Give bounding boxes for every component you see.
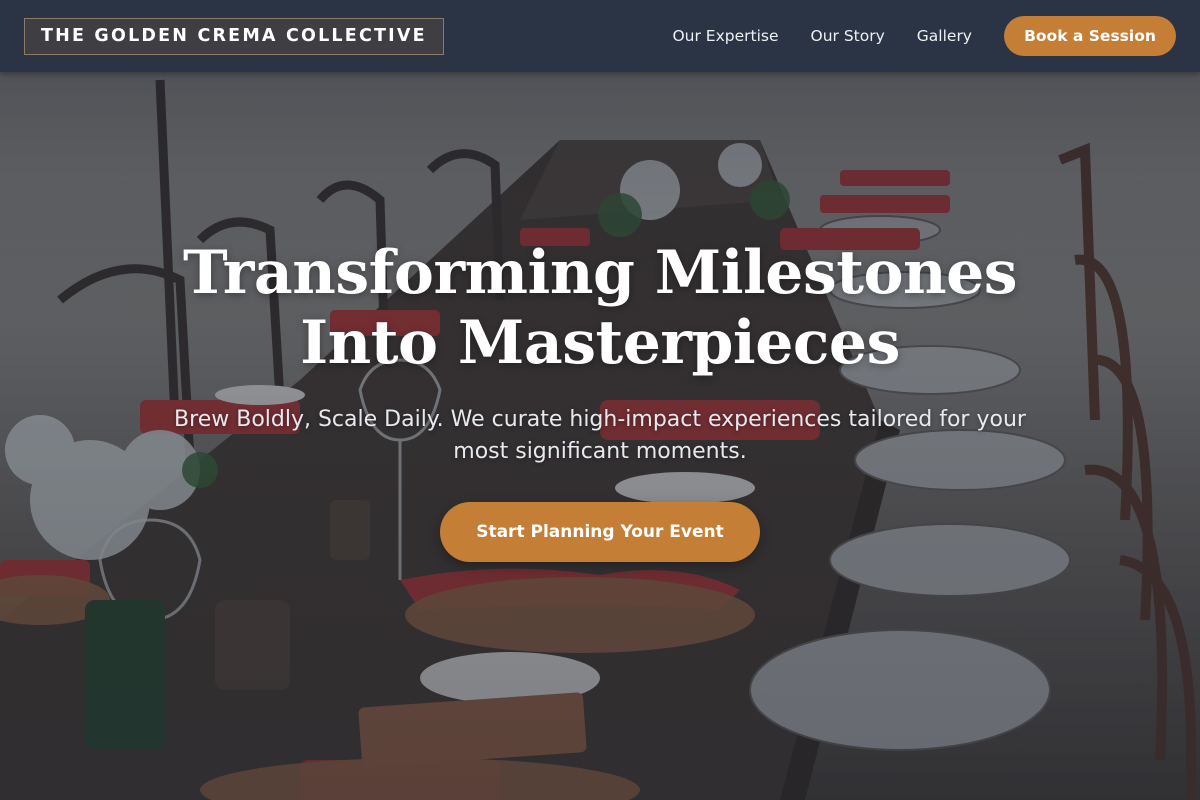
nav-link-gallery[interactable]: Gallery (917, 27, 972, 45)
hero-title-line-2: Into Masterpieces (300, 308, 900, 378)
hero-section: Transforming Milestones Into Masterpiece… (0, 72, 1200, 800)
start-planning-button[interactable]: Start Planning Your Event (440, 502, 760, 562)
book-session-button[interactable]: Book a Session (1004, 16, 1176, 56)
hero-title-line-1: Transforming Milestones (182, 238, 1018, 308)
nav-link-our-expertise[interactable]: Our Expertise (672, 27, 778, 45)
brand-logo[interactable]: THE GOLDEN CREMA COLLECTIVE (24, 17, 444, 55)
site-header: THE GOLDEN CREMA COLLECTIVE Our Expertis… (0, 0, 1200, 72)
hero-title: Transforming Milestones Into Masterpiece… (100, 238, 1100, 378)
nav-link-our-story[interactable]: Our Story (811, 27, 885, 45)
hero-subtitle: Brew Boldly, Scale Daily. We curate high… (174, 407, 1026, 464)
main-nav: Our Expertise Our Story Gallery Book a S… (672, 16, 1176, 56)
